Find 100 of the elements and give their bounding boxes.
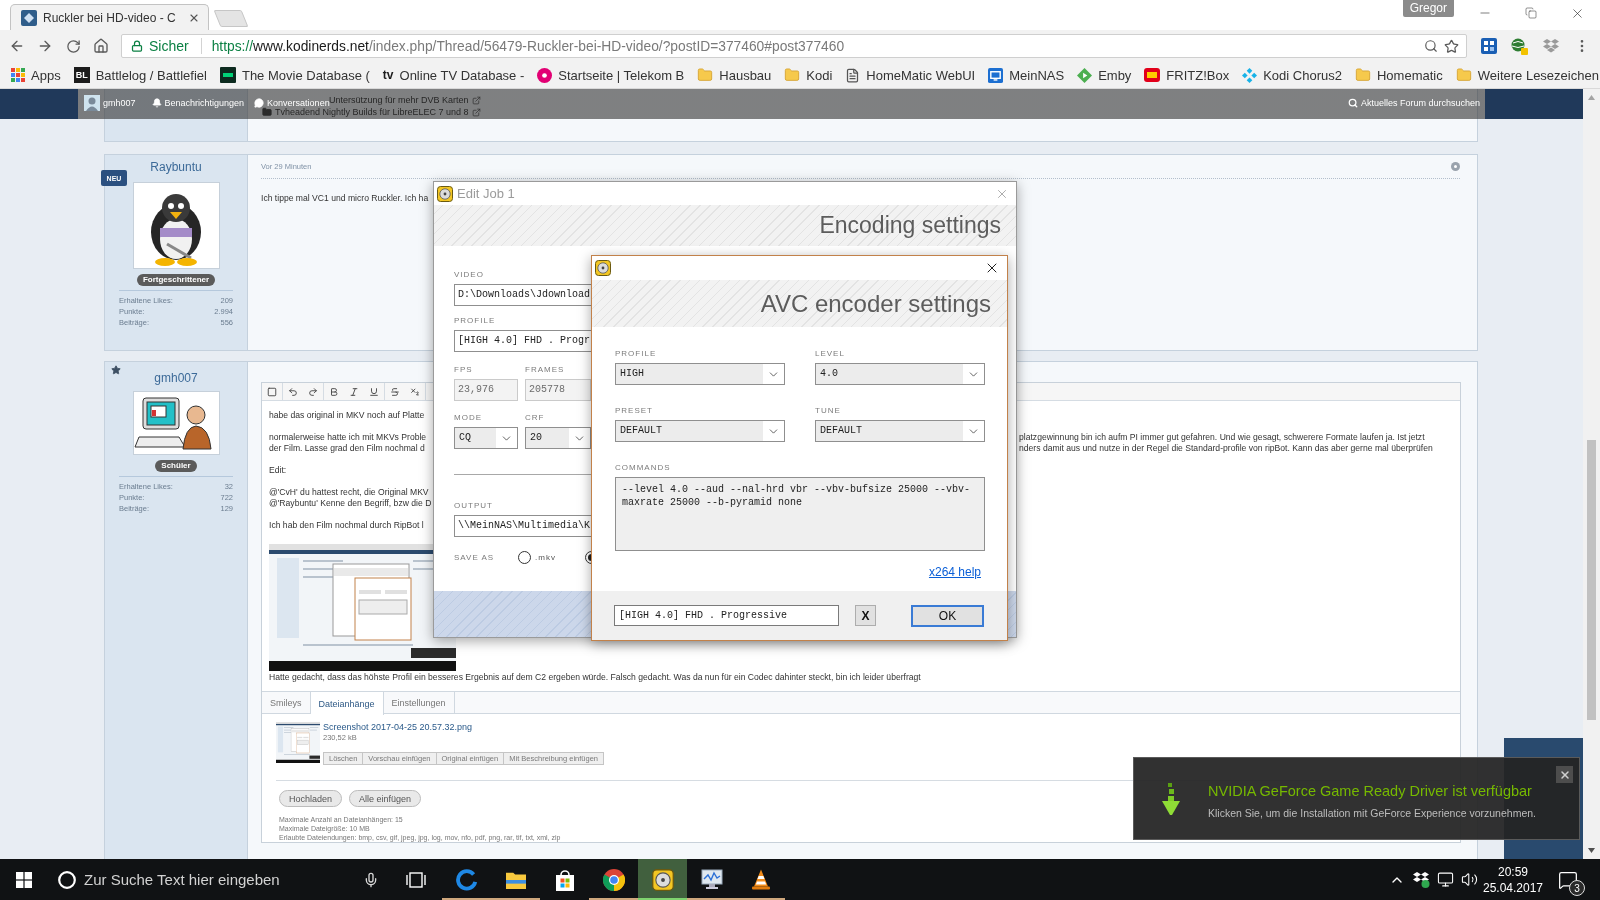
count-badge: 3	[1569, 880, 1585, 896]
bookmark[interactable]: Apps	[9, 64, 63, 86]
bookmark[interactable]: tv Online TV Database -	[380, 64, 527, 86]
start-icon[interactable]	[16, 871, 32, 888]
address-bar[interactable]: Sicher https://www.kodinerds.net/index.php/Thread/56479-Ruckler-bei-HD-video/?postID=377460#post377460	[121, 34, 1467, 58]
task-view-icon[interactable]	[406, 871, 426, 888]
clock-date[interactable]: 25.04.2017	[1482, 879, 1544, 896]
underline-icon[interactable]	[369, 386, 379, 397]
clear-button[interactable]: X	[855, 605, 876, 626]
bookmark[interactable]: MeinNAS	[986, 64, 1067, 86]
author-name[interactable]: Raybuntu	[150, 160, 202, 174]
setting-dropdown[interactable]: 4.0	[815, 363, 985, 385]
upload-button[interactable]: Alle einfügen	[349, 790, 422, 807]
search-link[interactable]: Aktuelles Forum durchsuchen	[1347, 98, 1480, 108]
setting-dropdown[interactable]: DEFAULT	[615, 420, 785, 442]
strikethrough-icon[interactable]	[390, 386, 400, 397]
setting-dropdown[interactable]: HIGH	[615, 363, 785, 385]
restore-icon[interactable]	[1525, 7, 1537, 19]
italic-icon[interactable]	[349, 386, 359, 397]
monitor-icon	[700, 869, 723, 890]
folder-icon	[697, 67, 714, 83]
disc-icon	[437, 185, 453, 202]
preset-name-field[interactable]: [HIGH 4.0] FHD . Progressive	[614, 605, 839, 626]
editor-tab[interactable]: Dateianhänge	[310, 692, 384, 715]
undo-icon[interactable]	[288, 386, 298, 397]
message-icon[interactable]	[1558, 869, 1578, 890]
search-field[interactable]: Zur Suche Text hier eingeben	[84, 866, 355, 893]
field-label: LEVEL	[815, 349, 845, 359]
ok-button[interactable]: OK	[911, 604, 984, 627]
field-label: VIDEO	[454, 270, 484, 280]
bookmark[interactable]: Startseite | Telekom B	[535, 64, 687, 86]
play-icon	[1077, 67, 1093, 83]
avatar-icon[interactable]	[84, 95, 100, 111]
disc-icon	[595, 260, 611, 276]
scroll-down-icon[interactable]	[1588, 848, 1595, 853]
back-icon[interactable]	[9, 38, 25, 54]
notification-toast[interactable]: NVIDIA GeForce Game Ready Driver ist verfügbar Klicken Sie, um die Installation mit GeForce Experience vorzunehmen.	[1133, 757, 1580, 840]
close-button[interactable]	[1556, 766, 1573, 783]
dialog-heading: Encoding settings	[819, 212, 1001, 239]
speaker-icon[interactable]	[1460, 871, 1478, 888]
option-label[interactable]: .mkv	[535, 553, 556, 562]
letter-logo: BL	[73, 67, 90, 83]
star-icon[interactable]	[1444, 38, 1459, 54]
thread-link[interactable]: Untersützung für mehr DVB Karten	[329, 94, 469, 106]
bookmark[interactable]: Emby	[1075, 64, 1134, 86]
shopping-bag-icon	[554, 868, 575, 891]
bookmark[interactable]: Homematic	[1353, 64, 1445, 86]
globe-icon[interactable]	[1511, 37, 1528, 55]
open-box-icon[interactable]	[1412, 871, 1430, 888]
reload-icon[interactable]	[65, 38, 81, 54]
bookmark[interactable]: Hausbau	[695, 64, 774, 86]
bold-icon[interactable]	[329, 386, 339, 397]
grid-tile-icon[interactable]	[1480, 38, 1497, 54]
thread-link[interactable]: Tvheadend Nightly Builds für LibreELEC 7 und 8	[275, 106, 469, 118]
redo-icon[interactable]	[308, 386, 318, 397]
magnifier-icon[interactable]	[1424, 39, 1438, 53]
folder-icon	[784, 67, 801, 83]
forward-icon[interactable]	[37, 38, 53, 54]
radio-button[interactable]	[518, 551, 531, 564]
screen-icon	[988, 67, 1004, 83]
scrollbar-thumb[interactable]	[1587, 440, 1596, 720]
bookmark[interactable]: The Movie Database (	[217, 64, 372, 86]
home-icon[interactable]	[93, 38, 109, 54]
browser-tab[interactable]: Ruckler bei HD-video - C	[10, 4, 209, 30]
bookmark[interactable]: Kodi Chorus2	[1240, 64, 1344, 86]
mode-dropdown[interactable]: CQ	[454, 427, 518, 449]
app-grid-icon	[11, 68, 25, 82]
setting-dropdown[interactable]: DEFAULT	[815, 420, 985, 442]
bookmark[interactable]: BL Battlelog / Battlefiel	[71, 64, 209, 86]
editor-tab[interactable]: Einstellungen	[383, 692, 455, 714]
upload-button[interactable]: Hochladen	[279, 790, 343, 807]
nav-link[interactable]: Benachrichtigungen	[151, 98, 245, 108]
field-label: PROFILE	[615, 349, 657, 359]
editor-tab[interactable]: Smileys	[262, 692, 311, 714]
network-icon[interactable]	[1436, 871, 1454, 888]
message-text: @'CvH' du hattest recht, die Original MKV	[269, 487, 429, 498]
bookmark[interactable]: HomeMatic WebUI	[843, 64, 978, 86]
message-text: habe das original in MKV noch auf Platte	[269, 410, 425, 421]
bookmark[interactable]: FRITZ!Box	[1142, 64, 1232, 86]
author-name[interactable]: gmh007	[154, 371, 198, 385]
user-menu[interactable]: gmh007	[103, 98, 136, 108]
crf-dropdown[interactable]: 20	[525, 427, 591, 449]
subscript-icon[interactable]	[410, 386, 420, 397]
commands-field[interactable]: --level 4.0 --aud --nal-hrd vbr --vbv-bufsize 25000 --vbv-maxrate 25000 --b-pyramid none	[615, 477, 985, 551]
bookmark[interactable]: Kodi	[782, 64, 835, 86]
tile-icon	[219, 67, 236, 83]
message-text: platzgewinnung bin ich aufm PI immer gut gefahren. Und wie gesagt, schwerere Formate laufen ja. Ist jetzt	[1019, 432, 1425, 443]
field-label: FPS	[454, 365, 473, 375]
diamond-cluster-icon	[1242, 67, 1258, 83]
clock-time[interactable]: 20:59	[1498, 863, 1528, 880]
bell-icon	[151, 98, 162, 108]
help-link[interactable]: x264 help	[928, 565, 981, 579]
microphone-icon[interactable]	[363, 871, 379, 888]
file-link[interactable]: Screenshot 2017-04-25 20.57.32.png	[323, 722, 473, 732]
bookmark-folder[interactable]: Weitere Lesezeichen	[1453, 64, 1600, 86]
nav-link[interactable]: Konversationen	[254, 98, 330, 108]
screenshot-drawing	[276, 722, 320, 763]
rank-badge: Schüler	[155, 460, 197, 472]
square-icon[interactable]	[267, 386, 277, 397]
lock-icon	[131, 40, 143, 52]
